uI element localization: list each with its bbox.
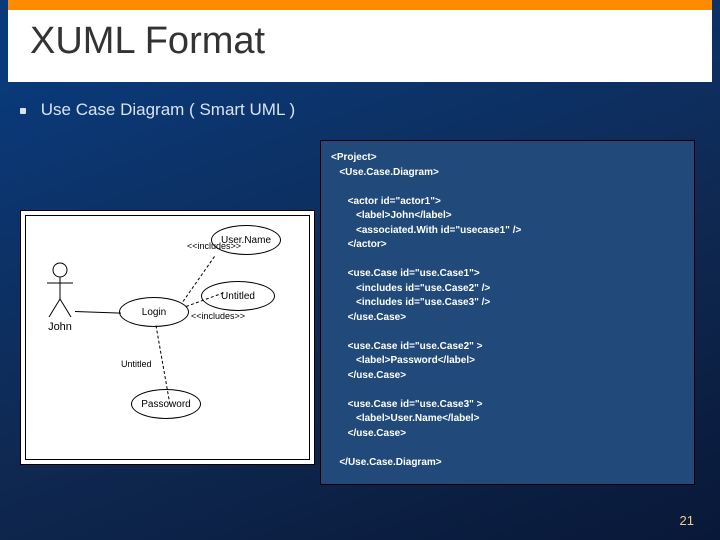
stereotype-includes-top: <<includes>>: [187, 241, 241, 251]
uml-diagram: John User.Name Untitled Login Passoword …: [20, 210, 315, 465]
stick-figure-icon: [45, 261, 75, 319]
page-number: 21: [680, 513, 694, 528]
actor-label: John: [45, 321, 75, 333]
subtitle-row: Use Case Diagram ( Smart UML ): [20, 100, 295, 120]
stereotype-includes-mid: <<includes>>: [191, 311, 245, 321]
accent-bar: [8, 0, 712, 10]
bullet-icon: [20, 108, 26, 114]
subtitle-text: Use Case Diagram ( Smart UML ): [41, 100, 295, 119]
slide: XUML Format Use Case Diagram ( Smart UML…: [0, 0, 720, 540]
title-bar: XUML Format: [8, 0, 712, 82]
usecase-password: Passoword: [131, 389, 201, 419]
actor-figure: John: [45, 261, 75, 333]
usecase-login: Login: [119, 297, 189, 327]
stereotype-untitled: Untitled: [121, 359, 152, 369]
slide-title: XUML Format: [30, 20, 265, 63]
code-block: <Project> <Use.Case.Diagram> <actor id="…: [320, 140, 695, 485]
